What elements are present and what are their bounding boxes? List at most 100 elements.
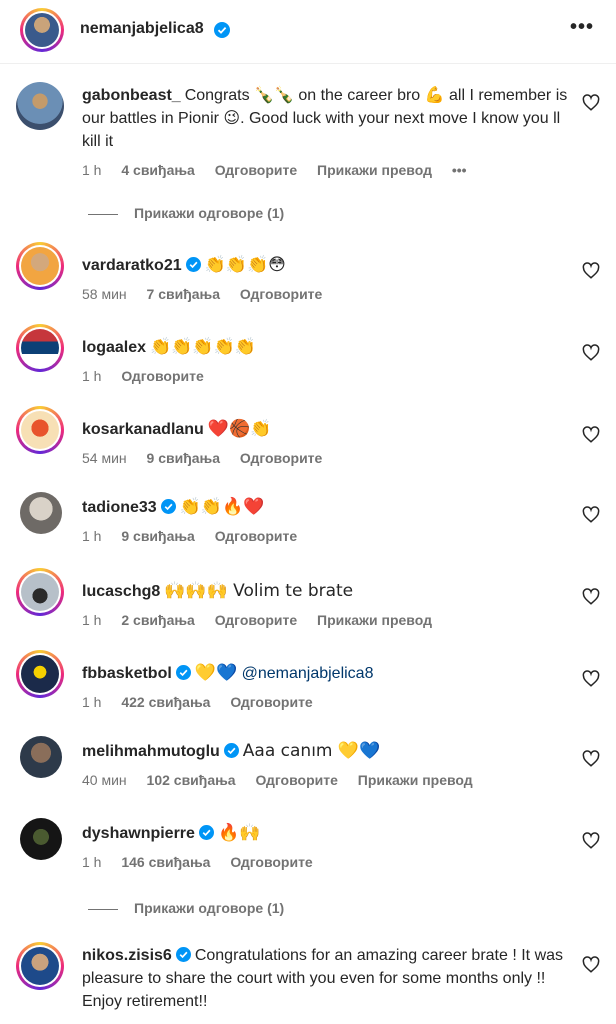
reply-button[interactable]: Одговорите <box>215 528 297 544</box>
comment-avatar[interactable] <box>16 650 64 698</box>
verified-badge-icon <box>214 22 230 38</box>
comment-username[interactable]: logaalex <box>82 339 146 356</box>
comment-text: melihmahmutoglu Aaa canım 💛💙 <box>82 740 570 763</box>
comment-username[interactable]: gabonbeast_ <box>82 87 181 104</box>
comment-text: gabonbeast_ Congrats 🍾🍾 on the career bro… <box>82 84 570 153</box>
comment-time: 1 h <box>82 612 102 628</box>
comment-time: 1 h <box>82 694 102 710</box>
comment-meta: 54 мин 9 свиђања Одговорите <box>82 450 338 466</box>
comment-time: 1 h <box>82 854 102 870</box>
comment-username[interactable]: dyshawnpierre <box>82 825 195 842</box>
translate-button[interactable]: Прикажи превод <box>358 772 473 788</box>
comment-username[interactable]: fbbasketbol <box>82 665 172 682</box>
comment-item: nikos.zisis6 Congratulations for an amazi… <box>0 942 616 1024</box>
comment-text: logaalex 👏👏👏👏👏 <box>82 336 570 359</box>
comment-meta: 1 h 422 свиђања Одговорите <box>82 694 329 710</box>
comment-avatar[interactable] <box>16 82 64 130</box>
comment-meta: 1 h 9 свиђања Одговорите <box>82 528 313 544</box>
comment-username[interactable]: nikos.zisis6 <box>82 947 172 964</box>
comment-username[interactable]: melihmahmutoglu <box>82 743 220 760</box>
verified-badge-icon <box>198 825 214 840</box>
comment-meta: 1 h 2 свиђања Одговорите Прикажи превод <box>82 612 448 628</box>
comment-message: 💛💙 <box>194 663 238 683</box>
comment-item: kosarkanadlanu ❤️🏀👏 54 мин 9 свиђања Одго… <box>0 406 616 466</box>
verified-badge-icon <box>175 665 191 680</box>
heart-outline-icon[interactable] <box>582 344 600 362</box>
comment-item: dyshawnpierre 🔥🙌 1 h 146 свиђања Одговори… <box>0 814 616 874</box>
heart-outline-icon[interactable] <box>582 750 600 768</box>
likes-count[interactable]: 2 свиђања <box>121 612 195 628</box>
comment-username[interactable]: vardaratko21 <box>82 257 182 274</box>
heart-outline-icon[interactable] <box>582 426 600 444</box>
comment-username[interactable]: lucaschg8 <box>82 583 160 600</box>
comment-avatar[interactable] <box>16 942 64 990</box>
reply-button[interactable]: Одговорите <box>240 286 322 302</box>
comment-avatar[interactable] <box>16 242 64 290</box>
comment-item: logaalex 👏👏👏👏👏 1 h Одговорите <box>0 324 616 384</box>
comment-avatar[interactable] <box>16 406 64 454</box>
likes-count[interactable]: 422 свиђања <box>121 694 210 710</box>
comment-item: fbbasketbol 💛💙 @nemanjabjelica8 1 h 422 с… <box>0 650 616 710</box>
heart-outline-icon[interactable] <box>582 956 600 974</box>
comment-message: ❤️🏀👏 <box>207 419 272 439</box>
comment-time: 1 h <box>82 528 102 544</box>
comment-message: 👏👏🔥❤️ <box>179 497 265 517</box>
view-replies-button[interactable]: Прикажи одговоре (1) <box>88 205 284 221</box>
comment-item: lucaschg8 🙌🙌🙌 Volim te brate 1 h 2 свиђањ… <box>0 568 616 628</box>
reply-button[interactable]: Одговорите <box>215 162 297 178</box>
comment-item: melihmahmutoglu Aaa canım 💛💙 40 мин 102 с… <box>0 732 616 792</box>
comment-avatar[interactable] <box>20 492 62 534</box>
header-avatar[interactable] <box>20 8 64 52</box>
comment-avatar[interactable] <box>20 736 62 778</box>
comment-avatar[interactable] <box>20 818 62 860</box>
comment-item: gabonbeast_ Congrats 🍾🍾 on the career bro… <box>0 82 616 212</box>
comment-meta: 40 мин 102 свиђања Одговорите Прикажи пр… <box>82 772 489 788</box>
comment-time: 54 мин <box>82 450 127 466</box>
likes-count[interactable]: 9 свиђања <box>121 528 195 544</box>
verified-badge-icon <box>160 499 176 514</box>
likes-count[interactable]: 146 свиђања <box>121 854 210 870</box>
heart-outline-icon[interactable] <box>582 670 600 688</box>
heart-outline-icon[interactable] <box>582 94 600 112</box>
comment-text: lucaschg8 🙌🙌🙌 Volim te brate <box>82 580 570 603</box>
comment-message: Aaa canım 💛💙 <box>242 741 381 761</box>
mention-link[interactable]: @nemanjabjelica8 <box>242 665 374 682</box>
comment-item: vardaratko21 👏👏👏😳 58 мин 7 свиђања Одгово… <box>0 242 616 302</box>
reply-button[interactable]: Одговорите <box>121 368 203 384</box>
heart-outline-icon[interactable] <box>582 588 600 606</box>
heart-outline-icon[interactable] <box>582 506 600 524</box>
comment-avatar[interactable] <box>16 568 64 616</box>
likes-count[interactable]: 9 свиђања <box>147 450 221 466</box>
translate-button[interactable]: Прикажи превод <box>317 162 432 178</box>
more-options-button[interactable]: ••• <box>570 16 594 39</box>
verified-badge-icon <box>175 947 191 962</box>
comment-message: 🔥🙌 <box>217 823 261 843</box>
comment-message: 👏👏👏👏👏 <box>150 337 256 357</box>
translate-button[interactable]: Прикажи превод <box>317 612 432 628</box>
heart-outline-icon[interactable] <box>582 832 600 850</box>
reply-button[interactable]: Одговорите <box>230 854 312 870</box>
comment-more-button[interactable]: ••• <box>452 162 467 178</box>
comment-text: dyshawnpierre 🔥🙌 <box>82 822 570 845</box>
heart-outline-icon[interactable] <box>582 262 600 280</box>
likes-count[interactable]: 4 свиђања <box>121 162 195 178</box>
reply-button[interactable]: Одговорите <box>230 694 312 710</box>
comment-time: 1 h <box>82 368 102 384</box>
comment-message: 👏👏👏😳 <box>204 255 286 275</box>
header-username[interactable]: nemanjabjelica8 <box>80 20 204 38</box>
view-replies-button[interactable]: Прикажи одговоре (1) <box>88 900 284 916</box>
comment-text: nikos.zisis6 Congratulations for an amazi… <box>82 944 570 1013</box>
reply-button[interactable]: Одговорите <box>215 612 297 628</box>
reply-button[interactable]: Одговорите <box>255 772 337 788</box>
view-replies-label[interactable]: Прикажи одговоре (1) <box>134 900 284 916</box>
verified-badge-icon <box>223 743 239 758</box>
comment-avatar[interactable] <box>16 324 64 372</box>
view-replies-label[interactable]: Прикажи одговоре (1) <box>134 205 284 221</box>
reply-button[interactable]: Одговорите <box>240 450 322 466</box>
comment-username[interactable]: tadione33 <box>82 499 157 516</box>
comment-username[interactable]: kosarkanadlanu <box>82 421 204 438</box>
comment-text: fbbasketbol 💛💙 @nemanjabjelica8 <box>82 662 570 685</box>
comment-text: tadione33 👏👏🔥❤️ <box>82 496 570 519</box>
likes-count[interactable]: 102 свиђања <box>147 772 236 788</box>
likes-count[interactable]: 7 свиђања <box>147 286 221 302</box>
